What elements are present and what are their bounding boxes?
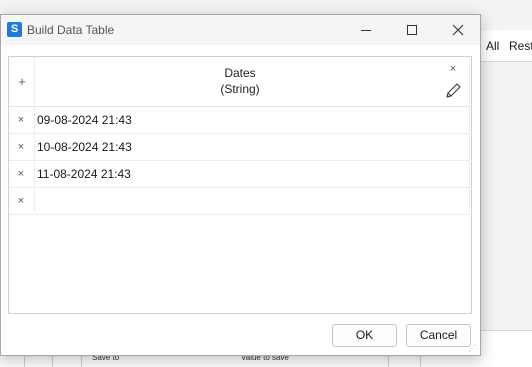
ok-button[interactable]: OK bbox=[332, 324, 397, 347]
column-header-dates: Dates (String) bbox=[35, 65, 445, 97]
resize-grip-icon[interactable]: ⋰ bbox=[468, 344, 478, 354]
table-row: × 09-08-2024 21:43 bbox=[9, 107, 473, 134]
edit-column-button[interactable] bbox=[443, 81, 463, 101]
close-icon bbox=[452, 24, 464, 36]
background-link-all[interactable]: All bbox=[486, 39, 499, 53]
delete-row-button[interactable]: × bbox=[15, 195, 27, 207]
delete-row-button[interactable]: × bbox=[15, 168, 27, 180]
close-button[interactable] bbox=[435, 15, 481, 45]
app-icon: S bbox=[7, 22, 22, 37]
background-link-rest[interactable]: Rest bbox=[509, 39, 532, 53]
title-bar[interactable]: S Build Data Table bbox=[1, 15, 480, 45]
cell-value[interactable]: 11-08-2024 21:43 bbox=[37, 167, 131, 181]
build-data-table-dialog: S Build Data Table + Dates (String) × × … bbox=[0, 14, 481, 356]
maximize-button[interactable] bbox=[389, 15, 435, 45]
cell-value[interactable]: 10-08-2024 21:43 bbox=[37, 140, 132, 154]
column-type: (String) bbox=[220, 82, 260, 96]
minimize-button[interactable] bbox=[343, 15, 389, 45]
delete-column-button[interactable]: × bbox=[446, 62, 460, 76]
minimize-icon bbox=[361, 29, 371, 31]
table-row-new: × bbox=[9, 188, 473, 215]
dialog-title: Build Data Table bbox=[27, 23, 115, 37]
table-header: + Dates (String) × bbox=[9, 57, 473, 107]
data-table: + Dates (String) × × 09-08-2024 21:43 × … bbox=[8, 56, 473, 314]
maximize-icon bbox=[407, 25, 417, 35]
delete-row-button[interactable]: × bbox=[15, 114, 27, 126]
add-column-button[interactable]: + bbox=[13, 75, 31, 89]
delete-row-button[interactable]: × bbox=[15, 141, 27, 153]
pencil-icon bbox=[446, 83, 461, 98]
table-row: × 11-08-2024 21:43 bbox=[9, 161, 473, 188]
column-name: Dates bbox=[224, 66, 256, 80]
cancel-button[interactable]: Cancel bbox=[406, 324, 471, 347]
cell-value[interactable]: 09-08-2024 21:43 bbox=[37, 113, 132, 127]
table-row: × 10-08-2024 21:43 bbox=[9, 134, 473, 161]
